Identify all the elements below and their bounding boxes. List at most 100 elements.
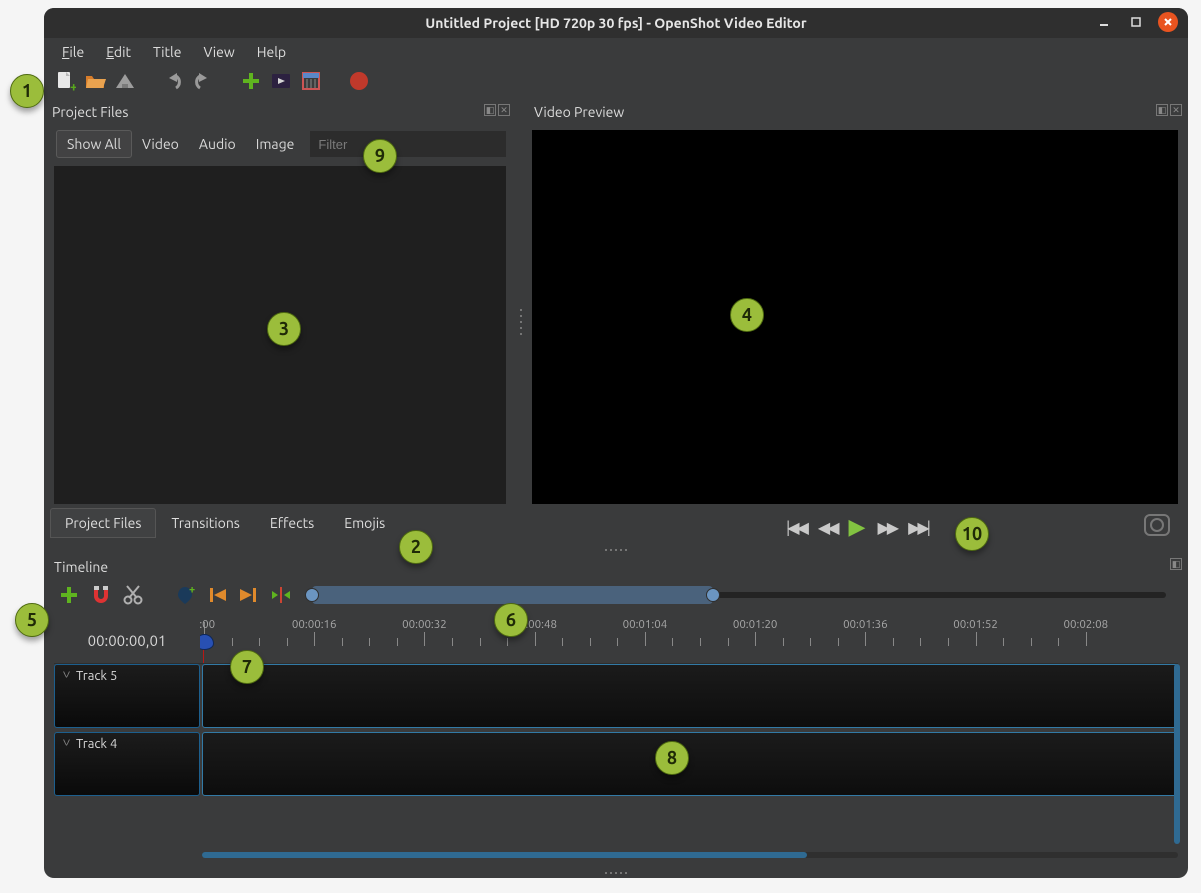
track-body[interactable] xyxy=(202,732,1178,796)
ruler-label: 00:00:32 xyxy=(402,618,447,631)
close-panel-icon[interactable]: ✕ xyxy=(1170,104,1182,116)
snapshot-icon[interactable] xyxy=(1144,514,1170,536)
menu-help[interactable]: Help xyxy=(249,40,294,64)
annotation-circle: 10 xyxy=(955,517,989,551)
horizontal-splitter[interactable] xyxy=(44,868,1188,878)
menu-file[interactable]: File xyxy=(54,40,92,64)
track-label: Track 5 xyxy=(76,669,117,683)
ruler-tick xyxy=(645,632,646,646)
filter-input[interactable] xyxy=(310,131,506,157)
annotation-circle: 2 xyxy=(399,530,433,564)
annotation-circle: 5 xyxy=(15,603,49,637)
razor-icon[interactable] xyxy=(122,584,144,606)
track-header[interactable]: V Track 4 xyxy=(54,732,200,796)
track-body[interactable] xyxy=(202,664,1178,728)
zoom-left-handle[interactable] xyxy=(305,588,319,602)
annotation-circle: 8 xyxy=(655,741,689,775)
chevron-down-icon[interactable]: V xyxy=(63,738,70,748)
close-button[interactable] xyxy=(1158,12,1178,32)
play-icon[interactable]: ▶ xyxy=(849,514,866,540)
close-panel-icon[interactable]: ✕ xyxy=(498,104,510,116)
playhead[interactable] xyxy=(203,636,204,664)
undock-icon[interactable]: ◧ xyxy=(1156,104,1168,116)
svg-text:+: + xyxy=(70,80,76,92)
export-icon[interactable] xyxy=(348,70,370,92)
window-title: Untitled Project [HD 720p 30 fps] - Open… xyxy=(425,15,806,31)
prev-marker-icon[interactable] xyxy=(206,584,228,606)
menubar: File Edit Title View Help xyxy=(44,38,1188,66)
video-preview-viewport[interactable] xyxy=(532,130,1178,504)
timeline-toolbar: + xyxy=(44,578,1188,612)
tab-project-files[interactable]: Project Files xyxy=(50,508,156,538)
tab-emojis[interactable]: Emojis xyxy=(329,508,400,538)
chevron-down-icon[interactable]: V xyxy=(63,670,70,680)
zoom-right-handle[interactable] xyxy=(706,588,720,602)
redo-icon[interactable] xyxy=(192,70,214,92)
timeline-title: Timeline ◧ xyxy=(44,556,1188,578)
horizontal-splitter[interactable] xyxy=(44,544,1188,556)
filter-video[interactable]: Video xyxy=(132,131,189,157)
project-files-filterbar: Show All Video Audio Image xyxy=(44,124,516,166)
filter-show-all[interactable]: Show All xyxy=(56,130,132,158)
undock-icon[interactable]: ◧ xyxy=(1170,558,1182,570)
timeline-ruler[interactable]: 0:0000:00:1600:00:3200:00:4800:01:0400:0… xyxy=(200,618,1178,664)
ruler-tick xyxy=(865,632,866,646)
tab-transitions[interactable]: Transitions xyxy=(156,508,254,538)
ruler-tick xyxy=(755,632,756,646)
project-files-title: Project Files xyxy=(44,100,516,124)
annotation-circle: 7 xyxy=(230,650,264,684)
fast-forward-icon[interactable]: ▶▶ xyxy=(877,518,896,537)
window-controls xyxy=(1094,12,1178,32)
track-header[interactable]: V Track 5 xyxy=(54,664,200,728)
annotation-circle: 1 xyxy=(10,74,44,108)
vertical-splitter[interactable] xyxy=(516,100,526,544)
import-files-icon[interactable] xyxy=(240,70,262,92)
timeline-horizontal-scrollbar[interactable] xyxy=(202,852,1178,858)
filter-audio[interactable]: Audio xyxy=(189,131,246,157)
menu-title[interactable]: Title xyxy=(145,40,189,64)
project-files-bottom-tabs: Project Files Transitions Effects Emojis xyxy=(44,508,516,544)
open-project-icon[interactable] xyxy=(84,70,106,92)
timeline-dock-controls: ◧ xyxy=(1170,558,1182,570)
zoom-slider[interactable] xyxy=(312,591,1166,599)
undo-icon[interactable] xyxy=(162,70,184,92)
rewind-icon[interactable]: ◀◀ xyxy=(818,518,837,537)
center-playhead-icon[interactable] xyxy=(270,584,292,606)
track-row: V Track 4 xyxy=(54,732,1178,796)
annotation-circle: 6 xyxy=(494,603,528,637)
main-toolbar: + xyxy=(44,66,1188,96)
annotation-circle: 4 xyxy=(730,298,764,332)
next-marker-icon[interactable] xyxy=(238,584,260,606)
menu-view[interactable]: View xyxy=(195,40,242,64)
menu-edit[interactable]: Edit xyxy=(98,40,139,64)
add-marker-icon[interactable]: + xyxy=(174,584,196,606)
upper-split: Project Files ◧ ✕ Show All Video Audio I… xyxy=(44,100,1188,544)
video-preview-title: Video Preview xyxy=(526,100,1188,124)
new-project-icon[interactable]: + xyxy=(54,70,76,92)
jump-end-icon[interactable]: ▶▶| xyxy=(908,518,928,537)
maximize-button[interactable] xyxy=(1126,12,1146,32)
ruler-label: 00:00:16 xyxy=(292,618,337,631)
minimize-button[interactable] xyxy=(1094,12,1114,32)
timeline-panel: Timeline ◧ + xyxy=(44,556,1188,878)
ruler-tick xyxy=(424,632,425,646)
ruler-tick xyxy=(976,632,977,646)
snap-icon[interactable] xyxy=(90,584,112,606)
annotation-circle: 3 xyxy=(267,312,301,346)
ruler-label: 00:01:04 xyxy=(623,618,668,631)
jump-start-icon[interactable]: |◀◀ xyxy=(786,518,806,537)
ruler-label: 00:01:36 xyxy=(843,618,888,631)
profile-icon[interactable] xyxy=(270,70,292,92)
filter-image[interactable]: Image xyxy=(246,131,305,157)
add-track-icon[interactable] xyxy=(58,584,80,606)
track-label: Track 4 xyxy=(76,737,117,751)
timeline-vertical-scrollbar[interactable] xyxy=(1174,664,1180,844)
save-project-icon[interactable] xyxy=(114,70,136,92)
ruler-tick xyxy=(314,632,315,646)
tab-effects[interactable]: Effects xyxy=(255,508,329,538)
undock-icon[interactable]: ◧ xyxy=(484,104,496,116)
ruler-label: 00:01:20 xyxy=(733,618,778,631)
video-preview-panel: Video Preview ◧ ✕ |◀◀ ◀◀ ▶ ▶▶ ▶▶| xyxy=(526,100,1188,544)
fullscreen-icon[interactable] xyxy=(300,70,322,92)
ruler-tick xyxy=(535,632,536,646)
